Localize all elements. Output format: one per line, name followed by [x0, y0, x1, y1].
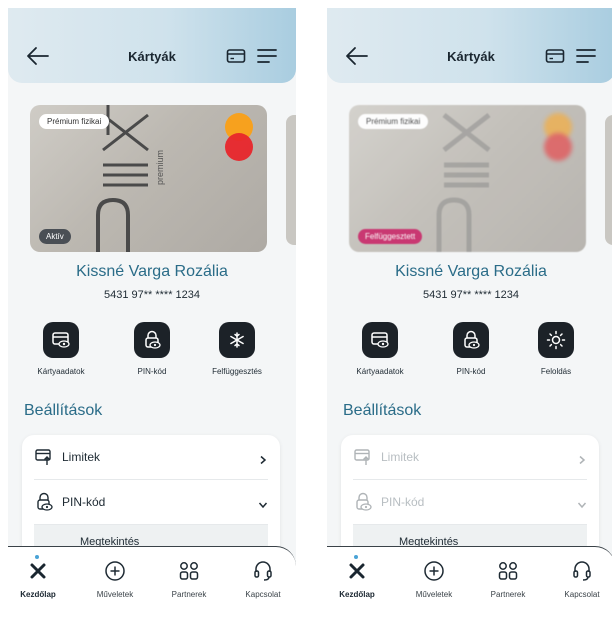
nav-label: Partnerek — [490, 590, 526, 599]
sun-icon — [538, 322, 574, 358]
settings-title: Beállítások — [343, 402, 422, 419]
pin-code-button[interactable]: PIN-kód — [426, 322, 516, 376]
nav-label: Műveletek — [96, 590, 134, 599]
nav-label: Kezdőlap — [339, 590, 375, 599]
menu-icon[interactable] — [256, 47, 278, 65]
nav-contact[interactable]: Kapcsolat — [552, 561, 612, 599]
limits-icon — [353, 447, 373, 467]
page-title: Kártyák — [447, 49, 495, 64]
card-type-badge: Prémium fizikai — [358, 114, 429, 129]
unblock-button[interactable]: Feloldás — [511, 322, 601, 376]
header: Kártyák — [327, 8, 612, 83]
card-holder-name: Kissné Varga Rozália — [395, 263, 547, 280]
card-number: 5431 97** **** 1234 — [422, 289, 520, 301]
bank-card[interactable]: premium Prémium fizikai Aktív — [30, 105, 267, 252]
plus-circle-icon — [404, 561, 464, 581]
next-card-peek[interactable] — [605, 115, 612, 245]
action-label: Kártyaadatok — [37, 367, 85, 376]
card-eye-icon — [43, 322, 79, 358]
settings-item-label: Limitek — [62, 450, 101, 464]
chevron-right-icon — [258, 452, 268, 465]
headset-icon — [552, 561, 612, 581]
pin-code-button[interactable]: PIN-kód — [107, 322, 197, 376]
card-holder-name: Kissné Varga Rozália — [76, 263, 228, 280]
next-card-peek[interactable] — [286, 115, 296, 245]
settings-item-pin[interactable]: PIN-kód — [22, 480, 280, 524]
action-label: PIN-kód — [137, 367, 167, 376]
active-indicator — [354, 555, 358, 559]
chevron-right-icon — [577, 452, 587, 465]
lock-eye-icon — [134, 322, 170, 358]
mastercard-logo-icon — [542, 113, 576, 163]
settings-item-label: Limitek — [381, 450, 420, 464]
nav-partners[interactable]: Partnerek — [159, 561, 219, 599]
phone-screen-active: Kártyák premium Prémium fizikai Aktív Ki… — [8, 8, 296, 625]
card-logo-icon — [436, 113, 491, 252]
settings-item-label: PIN-kód — [381, 495, 425, 509]
settings-item-limits: Limitek — [341, 435, 599, 479]
card-number: 5431 97** **** 1234 — [103, 289, 201, 301]
settings-title: Beállítások — [24, 402, 103, 419]
partners-icon — [478, 561, 538, 581]
suspend-button[interactable]: Felfüggesztés — [192, 322, 282, 376]
card-icon[interactable] — [545, 48, 565, 64]
card-details-button[interactable]: Kártyaadatok — [16, 322, 106, 376]
home-x-icon — [8, 561, 68, 581]
page-title: Kártyák — [128, 49, 176, 64]
action-label: PIN-kód — [456, 367, 486, 376]
nav-label: Kapcsolat — [245, 590, 281, 599]
status-badge: Felfüggesztett — [358, 229, 423, 244]
card-details-button[interactable]: Kártyaadatok — [335, 322, 425, 376]
lock-eye-icon — [34, 492, 54, 512]
bottom-nav: Kezdőlap Műveletek Partnerek Kapcsolat — [8, 546, 296, 625]
menu-icon[interactable] — [575, 47, 597, 65]
headset-icon — [233, 561, 293, 581]
header: Kártyák — [8, 8, 296, 83]
nav-label: Kezdőlap — [20, 590, 56, 599]
action-label: Felfüggesztés — [212, 367, 262, 376]
settings-item-pin: PIN-kód — [341, 480, 599, 524]
home-x-icon — [327, 561, 387, 581]
nav-operations[interactable]: Műveletek — [404, 561, 464, 599]
snowflake-icon — [219, 322, 255, 358]
nav-label: Kapcsolat — [564, 590, 600, 599]
card-eye-icon — [362, 322, 398, 358]
action-label: Feloldás — [540, 367, 572, 376]
card-type-badge: Prémium fizikai — [39, 114, 110, 129]
chevron-down-icon — [258, 497, 268, 509]
settings-item-limits[interactable]: Limitek — [22, 435, 280, 479]
plus-circle-icon — [85, 561, 145, 581]
nav-label: Műveletek — [415, 590, 453, 599]
status-badge: Aktív — [39, 229, 71, 244]
phone-screen-suspended: Kártyák Prémium fizikai Felfüggesztett K… — [327, 8, 612, 625]
chevron-down-icon — [577, 497, 587, 509]
bank-card[interactable]: Prémium fizikai Felfüggesztett — [349, 105, 586, 252]
card-brand-label: premium — [155, 149, 165, 185]
active-indicator — [35, 555, 39, 559]
lock-eye-icon — [353, 492, 373, 512]
action-label: Kártyaadatok — [356, 367, 404, 376]
partners-icon — [159, 561, 219, 581]
bottom-nav: Kezdőlap Műveletek Partnerek Kapcsolat — [327, 546, 612, 625]
nav-operations[interactable]: Műveletek — [85, 561, 145, 599]
nav-home[interactable]: Kezdőlap — [327, 555, 387, 599]
nav-contact[interactable]: Kapcsolat — [233, 561, 293, 599]
lock-eye-icon — [453, 322, 489, 358]
mastercard-logo-icon — [223, 113, 257, 163]
nav-partners[interactable]: Partnerek — [478, 561, 538, 599]
settings-item-label: PIN-kód — [62, 495, 106, 509]
limits-icon — [34, 447, 54, 467]
nav-label: Partnerek — [171, 590, 207, 599]
card-icon[interactable] — [226, 48, 246, 64]
nav-home[interactable]: Kezdőlap — [8, 555, 68, 599]
